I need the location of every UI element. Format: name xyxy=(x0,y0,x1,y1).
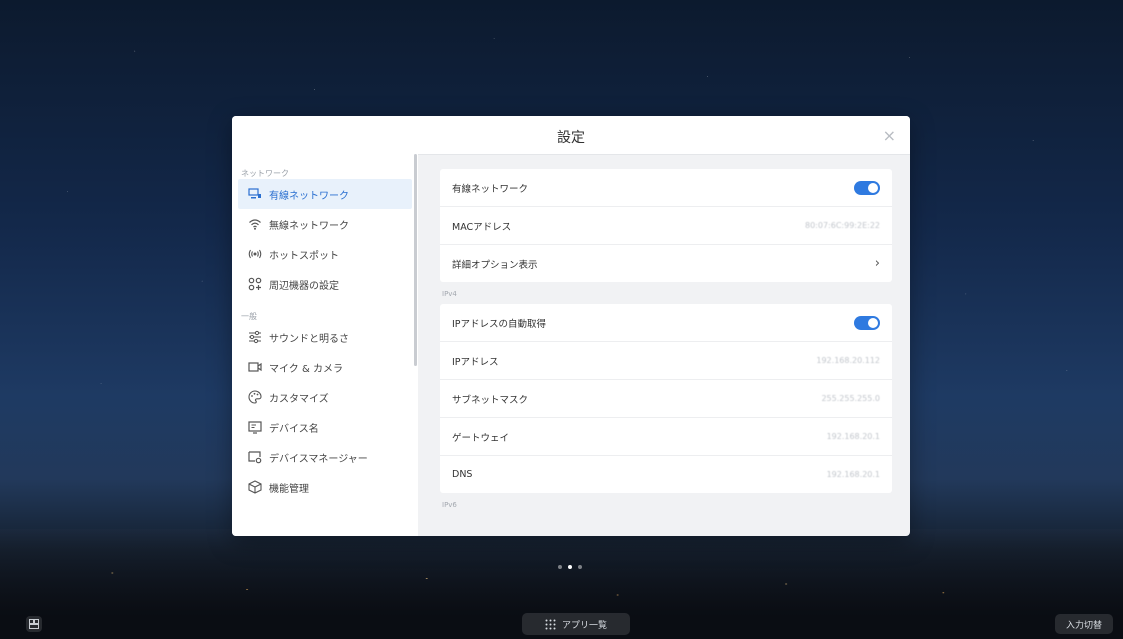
row-label: IPアドレスの自動取得 xyxy=(452,318,547,330)
subnet-mask-value: 255.255.255.0 xyxy=(821,394,880,403)
sidebar-item-sound-brightness[interactable]: サウンドと明るさ xyxy=(238,322,412,352)
sidebar-item-hotspot[interactable]: ホットスポット xyxy=(238,239,412,269)
wired-network-card: 有線ネットワーク MACアドレス 80:07:6C:99:2E:22 詳細オプシ… xyxy=(440,169,892,282)
wifi-icon xyxy=(248,217,262,231)
ip-address-row: IPアドレス 192.168.20.112 xyxy=(440,342,892,380)
ipv4-section-label: IPv4 xyxy=(442,290,457,298)
subnet-mask-row: サブネットマスク 255.255.255.0 xyxy=(440,380,892,418)
sidebar-item-label: サウンドと明るさ xyxy=(269,333,349,345)
wired-network-row: 有線ネットワーク xyxy=(440,169,892,207)
gateway-value: 192.168.20.1 xyxy=(826,432,880,441)
dns-value: 192.168.20.1 xyxy=(826,470,880,479)
gateway-row: ゲートウェイ 192.168.20.1 xyxy=(440,418,892,456)
settings-sidebar: ネットワーク 有線ネットワーク 無線ネットワーク ホットスポット 周辺機器の設定 xyxy=(232,154,418,536)
settings-dialog: 設定 × ネットワーク 有線ネットワーク 無線ネットワーク ホットスポット 周辺… xyxy=(232,116,910,536)
ip-address-value: 192.168.20.112 xyxy=(816,356,880,365)
apps-grid-icon xyxy=(545,619,556,629)
auto-ip-toggle[interactable] xyxy=(854,315,880,330)
cube-icon xyxy=(248,480,262,494)
close-button[interactable]: × xyxy=(883,126,896,145)
ipv6-section-label: IPv6 xyxy=(442,501,457,509)
row-label: 詳細オプション表示 xyxy=(452,259,538,271)
mac-address-value: 80:07:6C:99:2E:22 xyxy=(804,221,880,230)
page-dot-active[interactable] xyxy=(568,565,572,569)
sidebar-item-wireless-network[interactable]: 無線ネットワーク xyxy=(238,209,412,239)
hotspot-icon xyxy=(248,247,262,261)
mac-address-row: MACアドレス 80:07:6C:99:2E:22 xyxy=(440,207,892,245)
sidebar-item-label: デバイス名 xyxy=(269,423,319,435)
sidebar-item-device-manager[interactable]: デバイスマネージャー xyxy=(238,442,412,472)
page-dot[interactable] xyxy=(578,565,582,569)
row-label: 有線ネットワーク xyxy=(452,183,529,195)
sidebar-item-label: 有線ネットワーク xyxy=(269,190,349,202)
sliders-icon xyxy=(248,330,262,344)
sidebar-item-peripherals[interactable]: 周辺機器の設定 xyxy=(238,269,412,299)
device-manager-icon xyxy=(248,450,262,464)
ipv4-card: IPアドレスの自動取得 IPアドレス 192.168.20.112 サブネットマ… xyxy=(440,304,892,493)
layout-grid-button[interactable] xyxy=(26,616,42,632)
sidebar-item-label: カスタマイズ xyxy=(269,393,329,405)
sidebar-item-feature-management[interactable]: 機能管理 xyxy=(238,472,412,502)
app-list-label: アプリ一覧 xyxy=(561,620,607,631)
monitor-network-icon xyxy=(248,187,262,201)
row-label: サブネットマスク xyxy=(452,394,529,406)
sidebar-item-wired-network[interactable]: 有線ネットワーク xyxy=(238,179,412,209)
sidebar-item-device-name[interactable]: デバイス名 xyxy=(238,412,412,442)
camera-icon xyxy=(248,360,262,374)
app-list-button[interactable]: アプリ一覧 xyxy=(522,613,630,635)
input-switch-button[interactable]: 入力切替 xyxy=(1055,614,1113,634)
row-label: IPアドレス xyxy=(452,356,499,368)
sidebar-item-label: 無線ネットワーク xyxy=(269,220,349,232)
sidebar-item-label: デバイスマネージャー xyxy=(269,453,368,465)
row-label: ゲートウェイ xyxy=(452,432,510,444)
advanced-options-row[interactable]: 詳細オプション表示 › xyxy=(440,245,892,282)
palette-icon xyxy=(248,390,262,404)
sidebar-item-mic-camera[interactable]: マイク & カメラ xyxy=(238,352,412,382)
settings-content: 有線ネットワーク MACアドレス 80:07:6C:99:2E:22 詳細オプシ… xyxy=(422,154,910,536)
section-label-general: 一般 xyxy=(241,312,257,321)
device-name-icon xyxy=(248,420,262,434)
dns-row: DNS 192.168.20.1 xyxy=(440,456,892,493)
grid-icon xyxy=(29,619,39,629)
page-dot[interactable] xyxy=(558,565,562,569)
chevron-right-icon: › xyxy=(874,256,880,271)
sidebar-item-label: ホットスポット xyxy=(269,250,339,262)
sidebar-item-label: 周辺機器の設定 xyxy=(269,280,339,292)
page-indicator xyxy=(558,565,582,569)
dialog-title: 設定 xyxy=(557,130,585,146)
dialog-header: 設定 × xyxy=(232,116,910,155)
row-label: MACアドレス xyxy=(452,221,512,233)
auto-ip-row: IPアドレスの自動取得 xyxy=(440,304,892,342)
sidebar-item-label: 機能管理 xyxy=(269,483,309,495)
wired-network-toggle[interactable] xyxy=(854,180,880,195)
row-label: DNS xyxy=(452,469,473,480)
sidebar-item-label: マイク & カメラ xyxy=(269,363,343,375)
section-label-network: ネットワーク xyxy=(241,169,289,178)
peripherals-icon xyxy=(248,277,262,291)
sidebar-scrollbar[interactable] xyxy=(414,154,417,366)
sidebar-item-customize[interactable]: カスタマイズ xyxy=(238,382,412,412)
